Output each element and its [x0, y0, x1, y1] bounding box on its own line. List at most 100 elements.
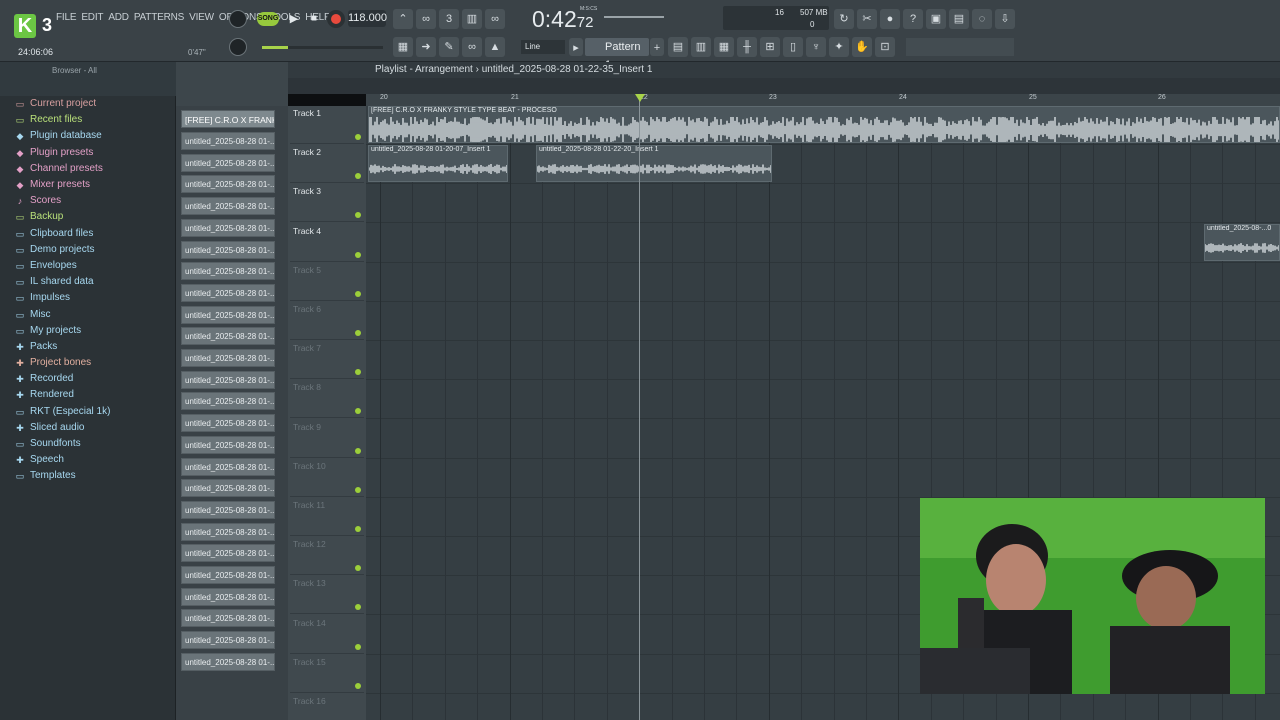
master-pitch-knob[interactable]	[229, 38, 247, 56]
loop-record-icon[interactable]: ∞	[485, 9, 505, 29]
track-header[interactable]: Track 9	[290, 420, 364, 458]
channel-item[interactable]: untitled_2025-08-28 01-...	[181, 153, 275, 172]
track-lane[interactable]	[366, 459, 1280, 498]
track-lane[interactable]	[366, 184, 1280, 224]
channel-item[interactable]: untitled_2025-08-28 01-...	[181, 240, 275, 259]
browser-item-project-bones[interactable]: ✚ Project bones	[14, 355, 110, 371]
browser-item-clipboard-files[interactable]: ▭ Clipboard files	[14, 226, 110, 242]
snap-selector[interactable]: Line	[521, 40, 565, 54]
browser-item-recent-files[interactable]: ▭ Recent files	[14, 112, 110, 128]
arrow-icon[interactable]: ➜	[416, 37, 436, 57]
metronome-icon[interactable]: ⌃	[393, 9, 413, 29]
channel-item[interactable]: untitled_2025-08-28 01-...	[181, 544, 275, 563]
browser-item-recorded[interactable]: ✚ Recorded	[14, 371, 110, 387]
plugin-icon[interactable]: ♆	[806, 37, 826, 57]
browser-item-soundfonts[interactable]: ▭ Soundfonts	[14, 436, 110, 452]
track-active-led[interactable]	[355, 251, 361, 258]
track-header[interactable]: Track 10	[290, 459, 364, 497]
track-header[interactable]: Track 2	[290, 145, 364, 184]
channel-item[interactable]: untitled_2025-08-28 01-...	[181, 197, 275, 216]
channel-item[interactable]: untitled_2025-08-28 01-...	[181, 631, 275, 650]
track-lane[interactable]	[366, 420, 1280, 459]
download-icon[interactable]: ⇩	[995, 9, 1015, 29]
channel-item[interactable]: untitled_2025-08-28 01-...	[181, 500, 275, 519]
track-header[interactable]: Track 8	[290, 380, 364, 419]
track-header[interactable]: Track 7	[290, 341, 364, 380]
browser-item-impulses[interactable]: ▭ Impulses	[14, 290, 110, 306]
piano-icon[interactable]: ▦	[393, 37, 413, 57]
track-lane[interactable]	[366, 263, 1280, 302]
browser-item-demo-projects[interactable]: ▭ Demo projects	[14, 242, 110, 258]
playlist-overview[interactable]	[288, 78, 1280, 94]
browser-item-rkt-especial-1k[interactable]: ▭ RKT (Especial 1k)	[14, 404, 111, 420]
channel-item[interactable]: untitled_2025-08-28 01-...	[181, 262, 275, 281]
audio-clip[interactable]: untitled_2025-08-28 01-22-20_Insert 1	[536, 145, 772, 182]
mic-icon[interactable]: ●	[880, 9, 900, 29]
browser-item-packs[interactable]: ✚ Packs	[14, 339, 110, 355]
track-header[interactable]: Track 3	[290, 184, 364, 223]
track-active-led[interactable]	[355, 173, 361, 180]
browser-icon[interactable]: ▯	[783, 37, 803, 57]
channel-rack-icon[interactable]: ▦	[714, 37, 734, 57]
menu-view[interactable]: VIEW	[189, 12, 214, 23]
piano-roll-icon[interactable]: ▥	[691, 37, 711, 57]
play-icon[interactable]: ▶	[284, 10, 304, 28]
playlist-icon[interactable]: ▤	[668, 37, 688, 57]
track-header[interactable]: Track 14	[290, 616, 364, 654]
browser-item-scores[interactable]: ♪ Scores	[14, 193, 110, 209]
track-active-led[interactable]	[355, 134, 361, 140]
track-lane[interactable]	[366, 302, 1280, 341]
track-active-led[interactable]	[355, 369, 361, 376]
step-edit-icon[interactable]: ▥	[462, 9, 482, 29]
browser-item-il-shared-data[interactable]: ▭ IL shared data	[14, 274, 110, 290]
channel-item[interactable]: untitled_2025-08-28 01-...	[181, 283, 275, 302]
render-icon[interactable]: ▤	[949, 9, 969, 29]
track-active-led[interactable]	[355, 526, 361, 532]
channel-item[interactable]: untitled_2025-08-28 01-...	[181, 305, 275, 324]
browser-item-speech[interactable]: ✚ Speech	[14, 452, 110, 468]
browser-item-templates[interactable]: ▭ Templates	[14, 468, 110, 484]
track-header[interactable]: Track 6	[290, 302, 364, 340]
track-active-led[interactable]	[355, 212, 361, 219]
track-header[interactable]: Track 13	[290, 576, 364, 615]
track-header[interactable]: Track 15	[290, 655, 364, 693]
link-icon[interactable]: ∞	[462, 37, 482, 57]
pattern-prev-icon[interactable]: ▸	[569, 38, 583, 56]
channel-item[interactable]: untitled_2025-08-28 01-...	[181, 175, 275, 194]
song-mode-button[interactable]: SONG	[257, 12, 279, 26]
playhead[interactable]	[639, 94, 640, 720]
help-icon[interactable]: ?	[903, 9, 923, 29]
stamp-icon[interactable]: ▲	[485, 37, 505, 57]
browser-item-backup[interactable]: ▭ Backup	[14, 209, 110, 225]
menu-add[interactable]: ADD	[108, 12, 129, 23]
channel-item[interactable]: untitled_2025-08-28 01-...	[181, 414, 275, 433]
track-lane[interactable]	[366, 341, 1280, 381]
track-header[interactable]: Track 16	[290, 694, 364, 720]
channel-item[interactable]: untitled_2025-08-28 01-...	[181, 327, 275, 346]
channel-item[interactable]: untitled_2025-08-28 01-...	[181, 652, 275, 671]
project-tree-icon[interactable]: ⊞	[760, 37, 780, 57]
browser-item-plugin-presets[interactable]: ◆ Plugin presets	[14, 145, 110, 161]
browser-item-channel-presets[interactable]: ◆ Channel presets	[14, 161, 110, 177]
chat-icon[interactable]: ◌	[972, 9, 992, 29]
track-active-led[interactable]	[355, 447, 361, 454]
wait-input-icon[interactable]: ∞	[416, 9, 436, 29]
master-slider-track[interactable]	[288, 46, 383, 49]
track-active-led[interactable]	[355, 408, 361, 415]
track-active-led[interactable]	[355, 643, 361, 650]
browser-item-misc[interactable]: ▭ Misc	[14, 306, 110, 322]
menu-patterns[interactable]: PATTERNS	[134, 12, 184, 23]
fl-logo[interactable]: K	[14, 14, 36, 38]
browser-item-envelopes[interactable]: ▭ Envelopes	[14, 258, 110, 274]
master-volume-knob[interactable]	[229, 10, 247, 28]
pattern-selector[interactable]: Pattern 1	[585, 38, 649, 71]
channel-item[interactable]: untitled_2025-08-28 01-...	[181, 609, 275, 628]
channel-item[interactable]: untitled_2025-08-28 01-...	[181, 132, 275, 150]
track-active-led[interactable]	[355, 682, 361, 689]
tempo-display[interactable]: 118.000	[348, 10, 387, 27]
track-active-led[interactable]	[355, 565, 361, 572]
track-lane[interactable]	[366, 694, 1280, 720]
track-header[interactable]: Track 4	[290, 224, 364, 262]
timeline-ruler[interactable]: 20 21 22 23 24 25 26	[366, 94, 1280, 106]
touch-icon[interactable]: ✋	[852, 37, 872, 57]
